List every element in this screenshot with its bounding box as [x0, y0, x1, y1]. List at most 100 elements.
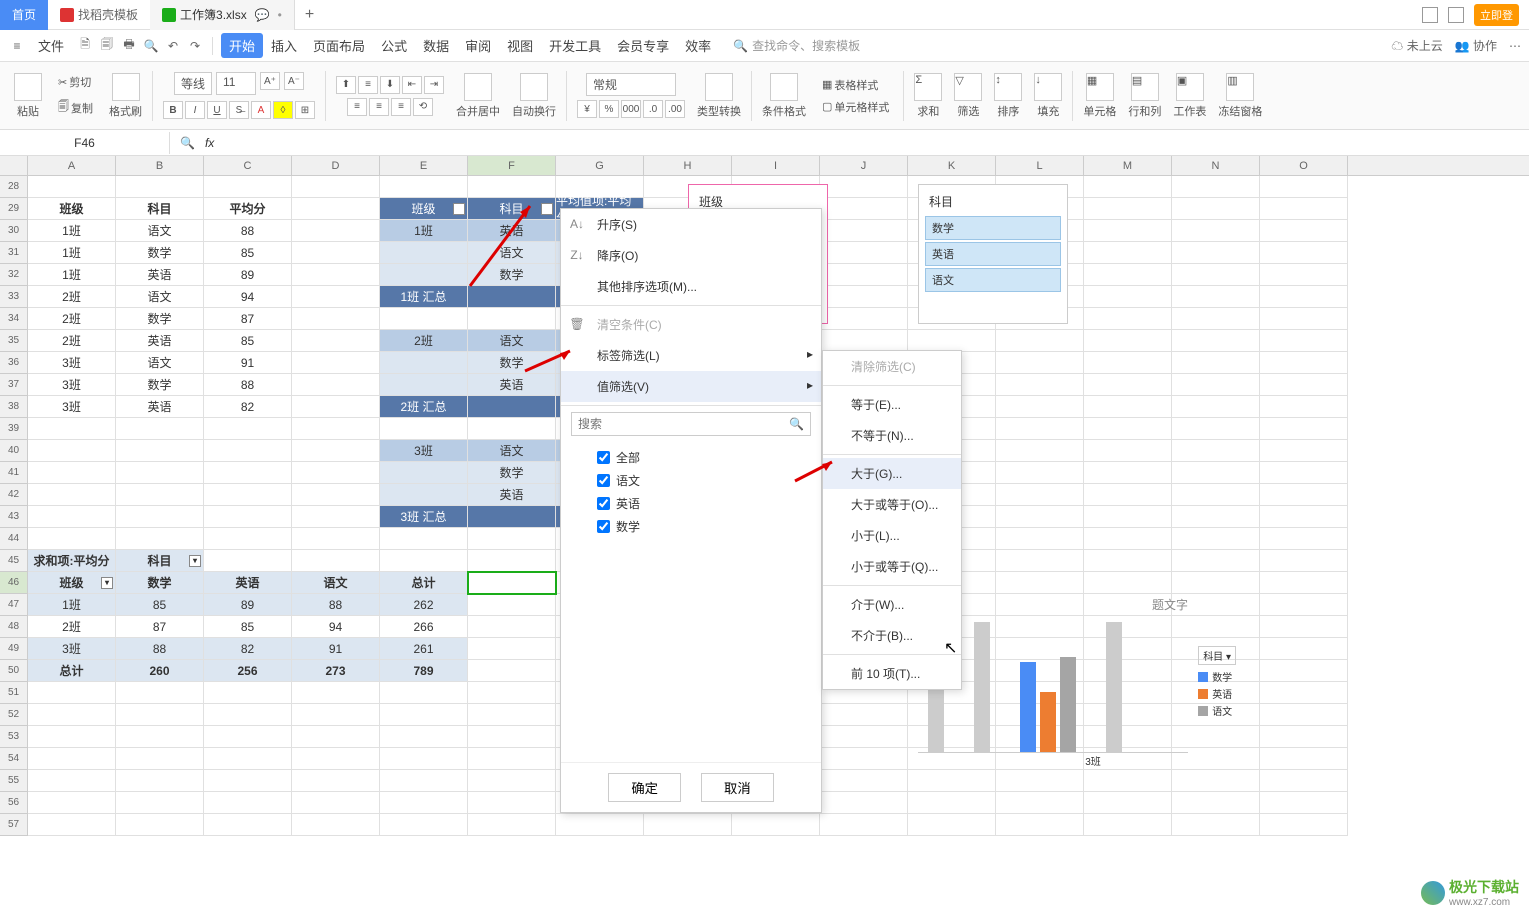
- cell[interactable]: [380, 242, 468, 264]
- cell[interactable]: [468, 814, 556, 836]
- cond-format-icon[interactable]: [770, 73, 798, 101]
- cell[interactable]: [1172, 440, 1260, 462]
- cell[interactable]: [380, 528, 468, 550]
- speech-icon[interactable]: 💬: [255, 8, 270, 22]
- filter-dropdown-icon[interactable]: ▾: [541, 203, 553, 215]
- cell[interactable]: [1172, 308, 1260, 330]
- selected-cell[interactable]: [468, 572, 556, 594]
- cell[interactable]: 英语: [468, 374, 556, 396]
- cell[interactable]: 261: [380, 638, 468, 660]
- cloud-status[interactable]: ☁ 未上云: [1391, 37, 1442, 54]
- cell[interactable]: [468, 660, 556, 682]
- cell[interactable]: [820, 308, 908, 330]
- cell[interactable]: [1260, 374, 1348, 396]
- menu-item[interactable]: 公式: [373, 33, 415, 58]
- cell[interactable]: [292, 506, 380, 528]
- cell[interactable]: [1084, 814, 1172, 836]
- cell[interactable]: [468, 594, 556, 616]
- cell-style-button[interactable]: ▢ 单元格样式: [818, 97, 893, 117]
- tab-template[interactable]: 找稻壳模板: [48, 0, 150, 30]
- cell[interactable]: [1260, 792, 1348, 814]
- cell[interactable]: [1260, 484, 1348, 506]
- cell[interactable]: [1172, 374, 1260, 396]
- cell[interactable]: [28, 682, 116, 704]
- cell[interactable]: [1260, 506, 1348, 528]
- cell[interactable]: 87: [116, 616, 204, 638]
- cell[interactable]: 英语: [468, 220, 556, 242]
- cell[interactable]: 87: [204, 308, 292, 330]
- cell[interactable]: [380, 792, 468, 814]
- cell[interactable]: [116, 484, 204, 506]
- sub-eq-item[interactable]: 等于(E)...: [823, 389, 961, 420]
- cell[interactable]: 88: [116, 638, 204, 660]
- orient-icon[interactable]: ⟲: [413, 98, 433, 116]
- cell[interactable]: [1172, 286, 1260, 308]
- sub-gte-item[interactable]: 大于或等于(O)...: [823, 489, 961, 520]
- cell[interactable]: [1084, 374, 1172, 396]
- cell[interactable]: 256: [204, 660, 292, 682]
- cell[interactable]: 85: [204, 616, 292, 638]
- cell[interactable]: [292, 220, 380, 242]
- col-head[interactable]: O: [1260, 156, 1348, 175]
- cell[interactable]: [996, 418, 1084, 440]
- cell[interactable]: [468, 638, 556, 660]
- cell[interactable]: [1084, 286, 1172, 308]
- cell[interactable]: [1260, 748, 1348, 770]
- cell[interactable]: [1260, 242, 1348, 264]
- font-select[interactable]: 等线: [174, 72, 212, 95]
- sort-more-item[interactable]: 其他排序选项(M)...: [561, 271, 821, 302]
- label-filter-item[interactable]: 标签筛选(L)▸: [561, 340, 821, 371]
- cell[interactable]: [292, 418, 380, 440]
- cell[interactable]: 数学: [468, 264, 556, 286]
- cell[interactable]: [820, 814, 908, 836]
- cell[interactable]: [292, 374, 380, 396]
- freeze-icon[interactable]: ▥: [1226, 73, 1254, 101]
- menu-icon[interactable]: ≡: [8, 37, 26, 55]
- filter-check-item[interactable]: 数学: [597, 515, 801, 538]
- cell[interactable]: [1260, 814, 1348, 836]
- cell[interactable]: 94: [204, 286, 292, 308]
- cell[interactable]: [468, 770, 556, 792]
- cell[interactable]: 85: [204, 242, 292, 264]
- cell[interactable]: [204, 682, 292, 704]
- cell[interactable]: [116, 176, 204, 198]
- cell[interactable]: [996, 528, 1084, 550]
- row-head[interactable]: 31: [0, 242, 28, 264]
- row-head[interactable]: 50: [0, 660, 28, 682]
- sub-neq-item[interactable]: 不等于(N)...: [823, 420, 961, 451]
- cell[interactable]: 82: [204, 396, 292, 418]
- cell[interactable]: [292, 396, 380, 418]
- cell[interactable]: [1084, 506, 1172, 528]
- cell[interactable]: [468, 792, 556, 814]
- cell[interactable]: [292, 330, 380, 352]
- cell[interactable]: [1260, 616, 1348, 638]
- cell[interactable]: [1172, 814, 1260, 836]
- col-head[interactable]: L: [996, 156, 1084, 175]
- fill-color-icon[interactable]: ◊: [273, 101, 293, 119]
- slicer-subject[interactable]: 科目 数学 英语 语文: [918, 184, 1068, 324]
- cell[interactable]: 班级▾: [28, 572, 116, 594]
- border-icon[interactable]: ⊞: [295, 101, 315, 119]
- cell[interactable]: [380, 308, 468, 330]
- cell[interactable]: [1172, 550, 1260, 572]
- cell[interactable]: [292, 704, 380, 726]
- filter-check-item[interactable]: 语文: [597, 469, 801, 492]
- menu-item[interactable]: 插入: [263, 33, 305, 58]
- cell[interactable]: 总计: [380, 572, 468, 594]
- cell[interactable]: [1172, 528, 1260, 550]
- cell[interactable]: 班级▾: [380, 198, 468, 220]
- cell[interactable]: [380, 264, 468, 286]
- cell[interactable]: 语文: [116, 352, 204, 374]
- saveas-icon[interactable]: 🗐: [98, 37, 116, 55]
- copy-button[interactable]: 🗐 复制: [54, 96, 97, 119]
- row-head[interactable]: 51: [0, 682, 28, 704]
- row-head[interactable]: 29: [0, 198, 28, 220]
- align-mid-icon[interactable]: ≡: [358, 76, 378, 94]
- cell[interactable]: 数学: [116, 374, 204, 396]
- cells-icon[interactable]: ▦: [1086, 73, 1114, 101]
- cell[interactable]: [1084, 198, 1172, 220]
- cell[interactable]: [380, 704, 468, 726]
- tab-home[interactable]: 首页: [0, 0, 48, 30]
- filter-dropdown-icon[interactable]: ▾: [189, 555, 201, 567]
- cell[interactable]: 88: [204, 220, 292, 242]
